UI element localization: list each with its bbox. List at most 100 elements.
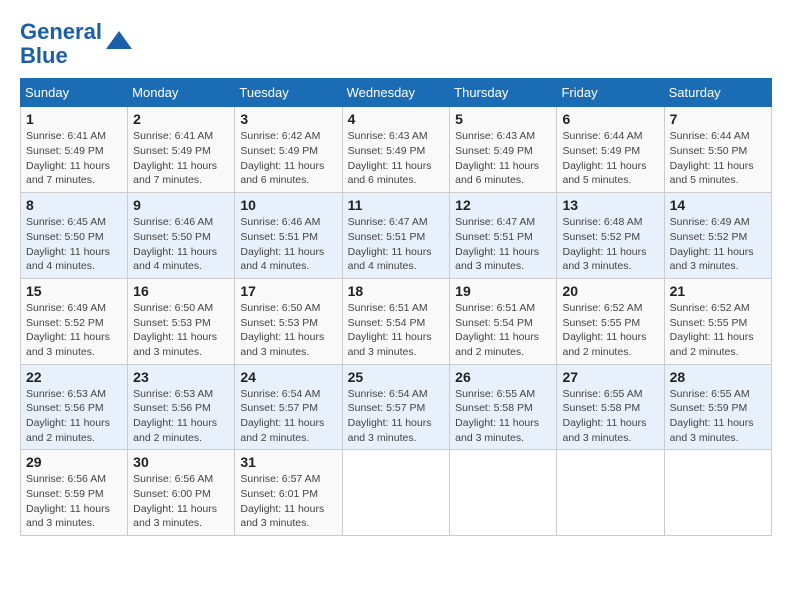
day-number: 12	[455, 197, 551, 213]
day-info: Sunrise: 6:43 AMSunset: 5:49 PMDaylight:…	[455, 129, 551, 188]
day-number: 5	[455, 111, 551, 127]
column-header-thursday: Thursday	[450, 79, 557, 107]
day-number: 23	[133, 369, 229, 385]
day-number: 9	[133, 197, 229, 213]
calendar-cell: 3 Sunrise: 6:42 AMSunset: 5:49 PMDayligh…	[235, 107, 342, 193]
calendar-cell	[557, 450, 664, 536]
day-info: Sunrise: 6:55 AMSunset: 5:58 PMDaylight:…	[455, 387, 551, 446]
day-info: Sunrise: 6:52 AMSunset: 5:55 PMDaylight:…	[670, 301, 766, 360]
calendar-cell: 30 Sunrise: 6:56 AMSunset: 6:00 PMDaylig…	[128, 450, 235, 536]
day-info: Sunrise: 6:49 AMSunset: 5:52 PMDaylight:…	[670, 215, 766, 274]
calendar-cell: 27 Sunrise: 6:55 AMSunset: 5:58 PMDaylig…	[557, 364, 664, 450]
day-info: Sunrise: 6:52 AMSunset: 5:55 PMDaylight:…	[562, 301, 658, 360]
calendar-week-row: 8 Sunrise: 6:45 AMSunset: 5:50 PMDayligh…	[21, 193, 772, 279]
day-info: Sunrise: 6:54 AMSunset: 5:57 PMDaylight:…	[348, 387, 445, 446]
column-header-tuesday: Tuesday	[235, 79, 342, 107]
calendar-cell: 13 Sunrise: 6:48 AMSunset: 5:52 PMDaylig…	[557, 193, 664, 279]
calendar-cell: 17 Sunrise: 6:50 AMSunset: 5:53 PMDaylig…	[235, 278, 342, 364]
day-info: Sunrise: 6:55 AMSunset: 5:58 PMDaylight:…	[562, 387, 658, 446]
day-number: 29	[26, 454, 122, 470]
day-number: 30	[133, 454, 229, 470]
day-number: 11	[348, 197, 445, 213]
calendar-cell	[664, 450, 771, 536]
calendar-cell: 28 Sunrise: 6:55 AMSunset: 5:59 PMDaylig…	[664, 364, 771, 450]
day-info: Sunrise: 6:53 AMSunset: 5:56 PMDaylight:…	[26, 387, 122, 446]
calendar-cell: 5 Sunrise: 6:43 AMSunset: 5:49 PMDayligh…	[450, 107, 557, 193]
calendar-cell: 8 Sunrise: 6:45 AMSunset: 5:50 PMDayligh…	[21, 193, 128, 279]
calendar-table: SundayMondayTuesdayWednesdayThursdayFrid…	[20, 78, 772, 536]
day-number: 13	[562, 197, 658, 213]
day-info: Sunrise: 6:53 AMSunset: 5:56 PMDaylight:…	[133, 387, 229, 446]
calendar-cell: 18 Sunrise: 6:51 AMSunset: 5:54 PMDaylig…	[342, 278, 450, 364]
day-info: Sunrise: 6:42 AMSunset: 5:49 PMDaylight:…	[240, 129, 336, 188]
column-header-wednesday: Wednesday	[342, 79, 450, 107]
page-header: GeneralBlue	[20, 20, 772, 68]
calendar-week-row: 1 Sunrise: 6:41 AMSunset: 5:49 PMDayligh…	[21, 107, 772, 193]
day-number: 25	[348, 369, 445, 385]
day-info: Sunrise: 6:49 AMSunset: 5:52 PMDaylight:…	[26, 301, 122, 360]
column-header-monday: Monday	[128, 79, 235, 107]
calendar-cell: 19 Sunrise: 6:51 AMSunset: 5:54 PMDaylig…	[450, 278, 557, 364]
calendar-cell: 7 Sunrise: 6:44 AMSunset: 5:50 PMDayligh…	[664, 107, 771, 193]
calendar-cell: 26 Sunrise: 6:55 AMSunset: 5:58 PMDaylig…	[450, 364, 557, 450]
column-header-saturday: Saturday	[664, 79, 771, 107]
calendar-cell: 11 Sunrise: 6:47 AMSunset: 5:51 PMDaylig…	[342, 193, 450, 279]
day-info: Sunrise: 6:41 AMSunset: 5:49 PMDaylight:…	[133, 129, 229, 188]
calendar-cell: 1 Sunrise: 6:41 AMSunset: 5:49 PMDayligh…	[21, 107, 128, 193]
calendar-cell: 2 Sunrise: 6:41 AMSunset: 5:49 PMDayligh…	[128, 107, 235, 193]
calendar-cell: 6 Sunrise: 6:44 AMSunset: 5:49 PMDayligh…	[557, 107, 664, 193]
day-number: 10	[240, 197, 336, 213]
calendar-cell: 12 Sunrise: 6:47 AMSunset: 5:51 PMDaylig…	[450, 193, 557, 279]
day-info: Sunrise: 6:54 AMSunset: 5:57 PMDaylight:…	[240, 387, 336, 446]
logo-icon	[104, 29, 134, 59]
calendar-header-row: SundayMondayTuesdayWednesdayThursdayFrid…	[21, 79, 772, 107]
calendar-week-row: 22 Sunrise: 6:53 AMSunset: 5:56 PMDaylig…	[21, 364, 772, 450]
day-info: Sunrise: 6:50 AMSunset: 5:53 PMDaylight:…	[240, 301, 336, 360]
day-info: Sunrise: 6:46 AMSunset: 5:50 PMDaylight:…	[133, 215, 229, 274]
day-info: Sunrise: 6:56 AMSunset: 5:59 PMDaylight:…	[26, 472, 122, 531]
calendar-cell: 24 Sunrise: 6:54 AMSunset: 5:57 PMDaylig…	[235, 364, 342, 450]
day-info: Sunrise: 6:43 AMSunset: 5:49 PMDaylight:…	[348, 129, 445, 188]
day-number: 15	[26, 283, 122, 299]
day-number: 26	[455, 369, 551, 385]
day-number: 1	[26, 111, 122, 127]
calendar-week-row: 15 Sunrise: 6:49 AMSunset: 5:52 PMDaylig…	[21, 278, 772, 364]
calendar-week-row: 29 Sunrise: 6:56 AMSunset: 5:59 PMDaylig…	[21, 450, 772, 536]
day-number: 20	[562, 283, 658, 299]
day-info: Sunrise: 6:48 AMSunset: 5:52 PMDaylight:…	[562, 215, 658, 274]
day-number: 19	[455, 283, 551, 299]
day-info: Sunrise: 6:45 AMSunset: 5:50 PMDaylight:…	[26, 215, 122, 274]
column-header-friday: Friday	[557, 79, 664, 107]
calendar-body: 1 Sunrise: 6:41 AMSunset: 5:49 PMDayligh…	[21, 107, 772, 536]
day-number: 28	[670, 369, 766, 385]
calendar-cell: 15 Sunrise: 6:49 AMSunset: 5:52 PMDaylig…	[21, 278, 128, 364]
logo-text: GeneralBlue	[20, 20, 102, 68]
calendar-cell: 25 Sunrise: 6:54 AMSunset: 5:57 PMDaylig…	[342, 364, 450, 450]
calendar-cell: 4 Sunrise: 6:43 AMSunset: 5:49 PMDayligh…	[342, 107, 450, 193]
calendar-cell: 31 Sunrise: 6:57 AMSunset: 6:01 PMDaylig…	[235, 450, 342, 536]
calendar-cell: 20 Sunrise: 6:52 AMSunset: 5:55 PMDaylig…	[557, 278, 664, 364]
day-number: 16	[133, 283, 229, 299]
day-info: Sunrise: 6:47 AMSunset: 5:51 PMDaylight:…	[455, 215, 551, 274]
day-number: 18	[348, 283, 445, 299]
day-info: Sunrise: 6:44 AMSunset: 5:50 PMDaylight:…	[670, 129, 766, 188]
day-info: Sunrise: 6:55 AMSunset: 5:59 PMDaylight:…	[670, 387, 766, 446]
day-number: 6	[562, 111, 658, 127]
calendar-cell: 29 Sunrise: 6:56 AMSunset: 5:59 PMDaylig…	[21, 450, 128, 536]
calendar-cell: 23 Sunrise: 6:53 AMSunset: 5:56 PMDaylig…	[128, 364, 235, 450]
day-number: 22	[26, 369, 122, 385]
day-number: 17	[240, 283, 336, 299]
logo: GeneralBlue	[20, 20, 134, 68]
calendar-cell: 9 Sunrise: 6:46 AMSunset: 5:50 PMDayligh…	[128, 193, 235, 279]
calendar-cell: 22 Sunrise: 6:53 AMSunset: 5:56 PMDaylig…	[21, 364, 128, 450]
day-info: Sunrise: 6:51 AMSunset: 5:54 PMDaylight:…	[348, 301, 445, 360]
calendar-cell: 14 Sunrise: 6:49 AMSunset: 5:52 PMDaylig…	[664, 193, 771, 279]
calendar-cell	[342, 450, 450, 536]
day-info: Sunrise: 6:51 AMSunset: 5:54 PMDaylight:…	[455, 301, 551, 360]
column-header-sunday: Sunday	[21, 79, 128, 107]
calendar-cell: 21 Sunrise: 6:52 AMSunset: 5:55 PMDaylig…	[664, 278, 771, 364]
calendar-cell	[450, 450, 557, 536]
day-number: 2	[133, 111, 229, 127]
day-info: Sunrise: 6:44 AMSunset: 5:49 PMDaylight:…	[562, 129, 658, 188]
day-number: 3	[240, 111, 336, 127]
